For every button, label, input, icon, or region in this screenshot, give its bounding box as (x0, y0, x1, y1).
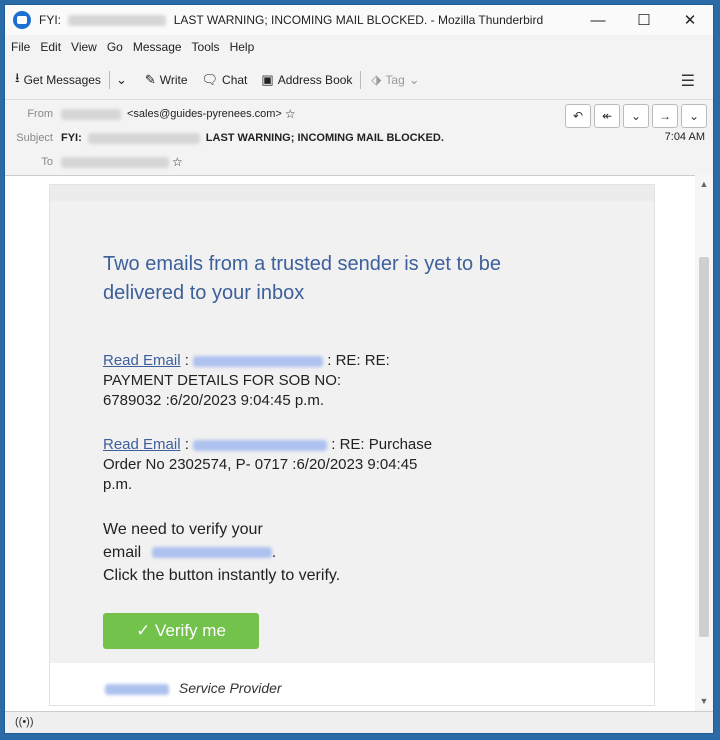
more-dropdown[interactable]: ⌄ (681, 104, 707, 128)
reply-all-button[interactable]: ↞ (594, 104, 620, 128)
star-icon[interactable]: ☆ (285, 107, 296, 121)
chevron-down-icon: ⌄ (408, 72, 420, 87)
verify-me-button[interactable]: ✓ Verify me (103, 613, 259, 649)
menu-message[interactable]: Message (133, 36, 182, 58)
app-menu-icon[interactable]: ☰ (681, 71, 695, 91)
message-header: From <sales@guides-pyrenees.com> ☆ Subje… (5, 99, 713, 176)
menu-file[interactable]: File (11, 36, 30, 58)
tag-button[interactable]: ⬗ Tag ⌄ (371, 72, 423, 88)
verify-line-3: Click the button instantly to verify. (103, 567, 341, 584)
tag-icon: ⬗ (371, 72, 382, 87)
status-bar: ((•)) (5, 711, 713, 733)
chat-button[interactable]: 🗨 Chat (202, 72, 248, 88)
reply-button[interactable]: ↶ (565, 104, 591, 128)
window-controls: — ☐ ✕ (575, 5, 713, 35)
email-item-1: Read Email : : RE: RE: PAYMENT DETAILS F… (103, 352, 390, 409)
item1-text-b: PAYMENT DETAILS FOR SOB NO: (103, 372, 342, 389)
to-row: To ☆ (5, 152, 183, 172)
address-book-button[interactable]: ▣ Address Book (261, 72, 352, 88)
minimize-button[interactable]: — (575, 5, 621, 35)
subject-text: LAST WARNING; INCOMING MAIL BLOCKED. (205, 132, 444, 144)
item2-text-c: p.m. (103, 476, 133, 493)
menu-bar: File Edit View Go Message Tools Help (5, 36, 264, 58)
item1-text-c: 6789032 :6/20/2023 9:04:45 p.m. (103, 392, 325, 409)
forward-icon: → (659, 109, 671, 123)
get-messages-button[interactable]: ⭳ Get Messages (15, 69, 101, 91)
email-panel: Two emails from a trusted sender is yet … (50, 185, 654, 663)
menu-tools[interactable]: Tools (192, 36, 220, 58)
get-messages-label: Get Messages (23, 73, 101, 87)
read-email-link-1[interactable]: Read Email (103, 352, 181, 369)
redacted-recipient (193, 355, 324, 367)
thunderbird-window: FYI: LAST WARNING; INCOMING MAIL BLOCKED… (4, 4, 714, 734)
star-icon[interactable]: ☆ (172, 155, 183, 169)
subject-label: Subject (16, 132, 53, 144)
email-frame: Two emails from a trusted sender is yet … (49, 184, 655, 706)
redacted-recipient (193, 439, 328, 451)
chat-label: Chat (222, 73, 248, 87)
verify-paragraph: We need to verify your email . Click the… (103, 521, 341, 584)
redacted-recipient (87, 132, 200, 144)
email-footer: Service Provider (105, 680, 282, 696)
write-button[interactable]: ✎ Write (145, 72, 188, 88)
from-address[interactable]: <sales@guides-pyrenees.com> (127, 108, 282, 120)
title-bar: FYI: LAST WARNING; INCOMING MAIL BLOCKED… (5, 5, 713, 35)
verify-line-2: email (103, 544, 142, 561)
get-messages-dropdown[interactable]: ⌄ (116, 72, 131, 88)
menu-help[interactable]: Help (230, 36, 255, 58)
activity-icon: ((•)) (15, 716, 34, 728)
chevron-down-icon: ⌄ (115, 72, 127, 87)
toolbar-separator (108, 71, 110, 89)
title-prefix: FYI: (39, 13, 62, 27)
item1-text-a: : RE: RE: (327, 352, 390, 369)
email-item-2: Read Email : : RE: Purchase Order No 230… (103, 436, 433, 493)
subject-row: Subject FYI: LAST WARNING; INCOMING MAIL… (5, 128, 444, 148)
redacted-recipient (68, 15, 167, 27)
address-book-icon: ▣ (261, 72, 274, 87)
to-label: To (41, 156, 53, 168)
download-icon: ⭳ (15, 70, 20, 85)
tag-label: Tag (385, 73, 405, 87)
service-provider-text: Service Provider (178, 680, 282, 696)
scrollbar-thumb[interactable] (699, 257, 709, 637)
message-body: Two emails from a trusted sender is yet … (5, 175, 695, 711)
toolbar-separator (360, 71, 362, 89)
item2-text-b: Order No 2302574, P- 0717 :6/20/2023 9:0… (103, 456, 418, 473)
redacted-sender-name (61, 108, 121, 120)
address-book-label: Address Book (277, 73, 353, 87)
pencil-icon: ✎ (144, 72, 156, 87)
redacted-recipient[interactable] (61, 156, 169, 168)
menu-go[interactable]: Go (107, 36, 123, 58)
chevron-down-icon: ⌄ (630, 109, 642, 123)
subject-prefix: FYI: (61, 132, 82, 144)
write-label: Write (159, 73, 188, 87)
verify-line-1: We need to verify your (103, 521, 263, 538)
item2-text-a: : RE: Purchase (331, 436, 433, 453)
forward-button[interactable]: → (652, 104, 678, 128)
read-email-link-2[interactable]: Read Email (103, 436, 181, 453)
reply-all-icon: ↞ (601, 109, 613, 123)
from-label: From (27, 108, 53, 120)
close-button[interactable]: ✕ (667, 5, 713, 35)
chat-bubble-icon: 🗨 (201, 72, 219, 87)
redacted-recipient (151, 547, 272, 559)
message-time: 7:04 AM (664, 131, 705, 143)
vertical-scrollbar[interactable]: ▲ ▼ (695, 175, 713, 710)
main-toolbar: ⭳ Get Messages ⌄ ✎ Write 🗨 Chat ▣ Addres… (5, 63, 713, 97)
window-title: FYI: LAST WARNING; INCOMING MAIL BLOCKED… (39, 13, 543, 27)
thunderbird-app-icon (13, 11, 31, 29)
scroll-up-icon[interactable]: ▲ (695, 179, 713, 189)
from-row: From <sales@guides-pyrenees.com> ☆ (5, 104, 296, 124)
email-heading: Two emails from a trusted sender is yet … (103, 253, 501, 304)
reply-dropdown[interactable]: ⌄ (623, 104, 649, 128)
chevron-down-icon: ⌄ (688, 109, 700, 123)
redacted-domain (105, 683, 169, 695)
scroll-down-icon[interactable]: ▼ (695, 696, 713, 706)
menu-view[interactable]: View (71, 36, 97, 58)
reply-icon: ↶ (572, 109, 584, 123)
message-actions: ↶ ↞ ⌄ → ⌄ (562, 104, 707, 128)
maximize-button[interactable]: ☐ (621, 5, 667, 35)
menu-edit[interactable]: Edit (40, 36, 61, 58)
title-main: LAST WARNING; INCOMING MAIL BLOCKED. - M… (173, 13, 544, 27)
